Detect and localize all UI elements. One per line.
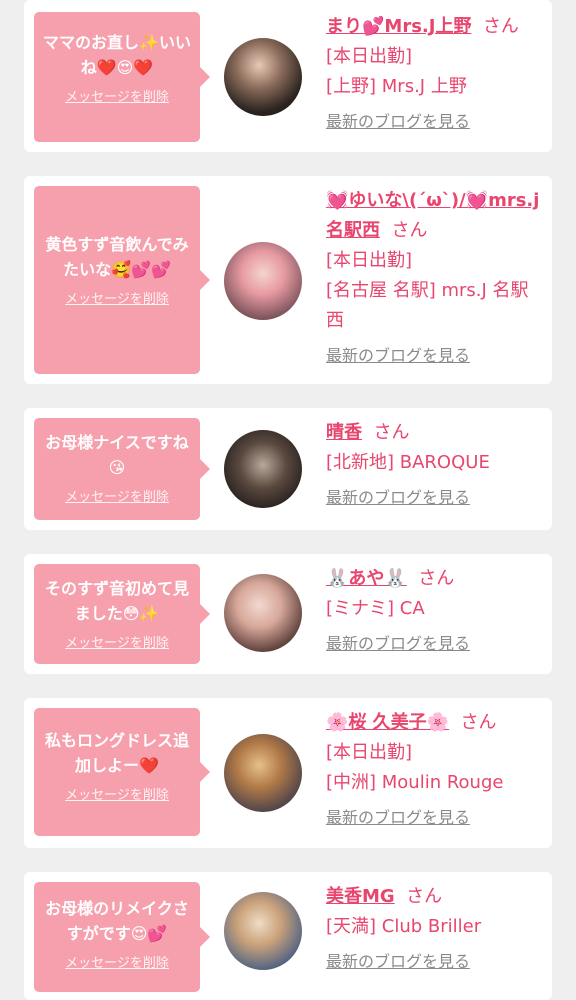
shop-location: [ミナミ] CA <box>326 598 425 619</box>
latest-blog-link[interactable]: 最新のブログを見る <box>326 486 542 510</box>
latest-blog-link[interactable]: 最新のブログを見る <box>326 632 542 656</box>
delete-message-link[interactable]: メッセージを削除 <box>34 632 200 651</box>
avatar[interactable] <box>224 242 302 320</box>
profile-info: まり💕Mrs.J上野 さん [本日出勤] [上野] Mrs.J 上野 最新のブロ… <box>326 12 542 134</box>
avatar[interactable] <box>224 38 302 116</box>
shop-location: [北新地] BAROQUE <box>326 452 490 473</box>
avatar[interactable] <box>224 574 302 652</box>
shop-location: [上野] Mrs.J 上野 <box>326 76 467 97</box>
bubble-message: 黄色すず音飲んでみたいな🥰💕💕 <box>45 235 189 279</box>
honorific: さん <box>373 422 410 443</box>
message-bubble: ママのお直し✨いいね❤️😍❤️ メッセージを削除 <box>34 12 210 142</box>
profile-info: 美香MG さん [天満] Club Briller 最新のブログを見る <box>326 882 542 974</box>
latest-blog-link[interactable]: 最新のブログを見る <box>326 344 542 368</box>
message-card: お母様ナイスですね😘 メッセージを削除 晴香 さん [北新地] BAROQUE … <box>24 408 552 530</box>
cast-name-link[interactable]: 💓ゆいな\(´ω`)/💓mrs.j名駅西 <box>326 190 539 241</box>
attendance-status: [本日出勤] <box>326 742 413 763</box>
bubble-message: お母様ナイスですね😘 <box>45 433 189 477</box>
honorific: さん <box>460 712 497 733</box>
bubble-message: 私もロングドレス追加しよー❤️ <box>44 731 189 775</box>
message-bubble: 黄色すず音飲んでみたいな🥰💕💕 メッセージを削除 <box>34 186 210 374</box>
message-bubble: 私もロングドレス追加しよー❤️ メッセージを削除 <box>34 708 210 836</box>
message-card: 黄色すず音飲んでみたいな🥰💕💕 メッセージを削除 💓ゆいな\(´ω`)/💓mrs… <box>24 176 552 384</box>
cast-name-link[interactable]: 🐰あや🐰 <box>326 568 407 589</box>
message-card: お母様のリメイクさすがです😍💕 メッセージを削除 美香MG さん [天満] Cl… <box>24 872 552 1000</box>
cast-name-link[interactable]: 美香MG <box>326 886 395 907</box>
cast-name-link[interactable]: まり💕Mrs.J上野 <box>326 16 471 37</box>
profile-info: 🐰あや🐰 さん [ミナミ] CA 最新のブログを見る <box>326 564 542 656</box>
shop-location: [名古屋 名駅] mrs.J 名駅西 <box>326 280 529 331</box>
latest-blog-link[interactable]: 最新のブログを見る <box>326 110 542 134</box>
honorific: さん <box>391 220 428 241</box>
shop-location: [中洲] Moulin Rouge <box>326 772 504 793</box>
latest-blog-link[interactable]: 最新のブログを見る <box>326 806 542 830</box>
latest-blog-link[interactable]: 最新のブログを見る <box>326 950 542 974</box>
delete-message-link[interactable]: メッセージを削除 <box>34 86 200 105</box>
avatar[interactable] <box>224 892 302 970</box>
message-bubble: お母様ナイスですね😘 メッセージを削除 <box>34 418 210 520</box>
message-bubble: そのすず音初めて見ました😳✨ メッセージを削除 <box>34 564 210 664</box>
message-card: 私もロングドレス追加しよー❤️ メッセージを削除 🌸桜 久美子🌸 さん [本日出… <box>24 698 552 848</box>
delete-message-link[interactable]: メッセージを削除 <box>34 952 200 971</box>
profile-info: 晴香 さん [北新地] BAROQUE 最新のブログを見る <box>326 418 542 510</box>
avatar[interactable] <box>224 430 302 508</box>
shop-location: [天満] Club Briller <box>326 916 482 937</box>
honorific: さん <box>482 16 519 37</box>
attendance-status: [本日出勤] <box>326 46 413 67</box>
bubble-message: ママのお直し✨いいね❤️😍❤️ <box>43 33 191 77</box>
attendance-status: [本日出勤] <box>326 250 413 271</box>
honorific: さん <box>406 886 443 907</box>
honorific: さん <box>418 568 455 589</box>
avatar[interactable] <box>224 734 302 812</box>
message-card: ママのお直し✨いいね❤️😍❤️ メッセージを削除 まり💕Mrs.J上野 さん [… <box>24 0 552 152</box>
profile-info: 🌸桜 久美子🌸 さん [本日出勤] [中洲] Moulin Rouge 最新のブ… <box>326 708 542 830</box>
delete-message-link[interactable]: メッセージを削除 <box>34 288 200 307</box>
bubble-message: そのすず音初めて見ました😳✨ <box>44 579 189 623</box>
delete-message-link[interactable]: メッセージを削除 <box>34 486 200 505</box>
message-bubble: お母様のリメイクさすがです😍💕 メッセージを削除 <box>34 882 210 992</box>
profile-info: 💓ゆいな\(´ω`)/💓mrs.j名駅西 さん [本日出勤] [名古屋 名駅] … <box>326 186 542 368</box>
cast-name-link[interactable]: 晴香 <box>326 422 362 443</box>
bubble-message: お母様のリメイクさすがです😍💕 <box>45 899 189 943</box>
delete-message-link[interactable]: メッセージを削除 <box>34 784 200 803</box>
cast-name-link[interactable]: 🌸桜 久美子🌸 <box>326 712 449 733</box>
message-card: そのすず音初めて見ました😳✨ メッセージを削除 🐰あや🐰 さん [ミナミ] CA… <box>24 554 552 674</box>
